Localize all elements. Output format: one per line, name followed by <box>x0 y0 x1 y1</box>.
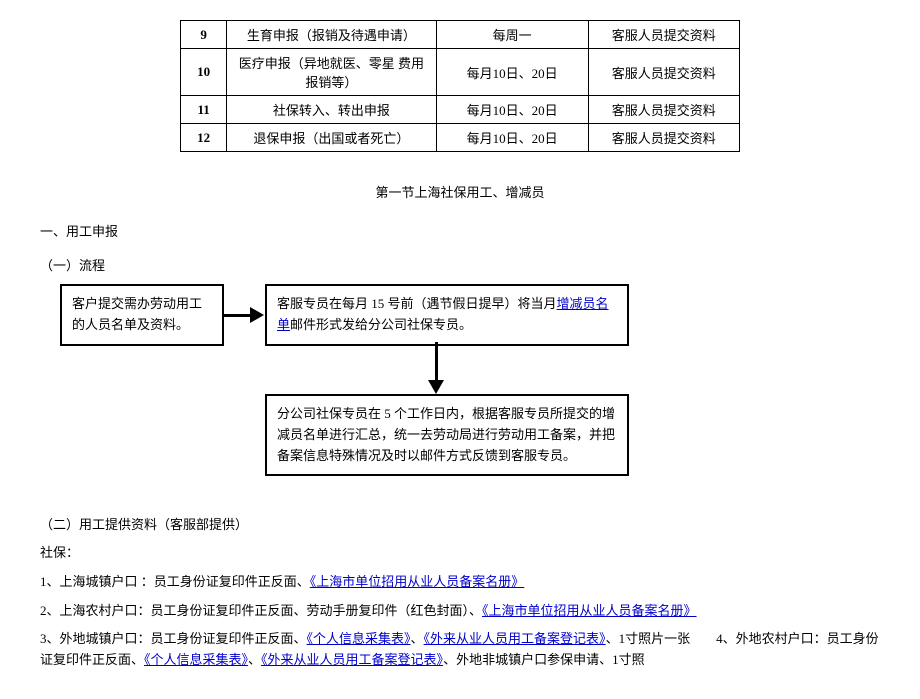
row-who: 客服人员提交资料 <box>588 124 739 152</box>
row-desc: 医疗申报（异地就医、零星 费用报销等） <box>227 49 436 96</box>
shebao-label: 社保： <box>40 543 880 564</box>
material-1-text: 1、上海城镇户口 ：员工身份证复印件正反面、 <box>40 574 310 589</box>
arrow-right-head-icon <box>250 307 264 323</box>
flow-box-2: 客服专员在每月 15 号前（遇节假日提早）将当月增减员名单邮件形式发给分公司社保… <box>265 284 629 346</box>
material-item-1: 1、上海城镇户口 ：员工身份证复印件正反面、《上海市单位招用从业人员备案名册》 <box>40 572 880 593</box>
flow-box-3: 分公司社保专员在 5 个工作日内，根据客服专员所提交的增减员名单进行汇总，统一去… <box>265 394 629 476</box>
material-item-2: 2、上海农村户口：员工身份证复印件正反面、劳动手册复印件（红色封面）、《上海市单… <box>40 601 880 622</box>
table-row: 12 退保申报（出国或者死亡） 每月10日、20日 客服人员提交资料 <box>181 124 740 152</box>
heading-level-2: （二）用工提供资料（客服部提供） <box>40 514 880 533</box>
material-2-text: 2、上海农村户口：员工身份证复印件正反面、劳动手册复印件（红色封面）、 <box>40 603 482 618</box>
row-num: 9 <box>181 21 227 49</box>
row-desc: 生育申报（报销及待遇申请） <box>227 21 436 49</box>
row-desc: 社保转入、转出申报 <box>227 96 436 124</box>
table-row: 10 医疗申报（异地就医、零星 费用报销等） 每月10日、20日 客服人员提交资… <box>181 49 740 96</box>
material-4-sep: 、 <box>248 652 261 667</box>
material-3-link-1[interactable]: 《个人信息采集表》 <box>307 631 411 646</box>
row-num: 12 <box>181 124 227 152</box>
material-item-3-4: 3、外地城镇户口：员工身份证复印件正反面、《个人信息采集表》、《外来从业人员用工… <box>40 629 880 671</box>
material-2-link[interactable]: 《上海市单位招用从业人员备案名册》 <box>482 603 697 618</box>
row-date: 每周一 <box>436 21 588 49</box>
material-3-sep-1: 、 <box>411 631 424 646</box>
row-who: 客服人员提交资料 <box>588 96 739 124</box>
arrow-down-line <box>435 342 438 380</box>
flowchart: 客户提交需办劳动用工的人员名单及资料。 客服专员在每月 15 号前（遇节假日提早… <box>40 284 860 494</box>
flow-box-2-text-pre: 客服专员在每月 15 号前（遇节假日提早）将当月 <box>277 296 557 311</box>
table-row: 9 生育申报（报销及待遇申请） 每周一 客服人员提交资料 <box>181 21 740 49</box>
material-4-text-end: 、外地非城镇户口参保申请、1寸照 <box>443 652 645 667</box>
flow-box-2-text-post: 邮件形式发给分公司社保专员。 <box>290 317 472 332</box>
section-title: 第一节上海社保用工、增减员 <box>40 182 880 201</box>
material-4-link-1[interactable]: 《个人信息采集表》 <box>144 652 248 667</box>
heading-level-2: （一）流程 <box>40 255 880 274</box>
row-date: 每月10日、20日 <box>436 96 588 124</box>
arrow-down-head-icon <box>428 380 444 394</box>
flow-box-1: 客户提交需办劳动用工的人员名单及资料。 <box>60 284 224 346</box>
material-3-link-2[interactable]: 《外来从业人员用工备案登记表》 <box>424 631 606 646</box>
row-who: 客服人员提交资料 <box>588 49 739 96</box>
row-date: 每月10日、20日 <box>436 124 588 152</box>
row-date: 每月10日、20日 <box>436 49 588 96</box>
row-desc: 退保申报（出国或者死亡） <box>227 124 436 152</box>
material-1-link[interactable]: 《上海市单位招用从业人员备案名册》 <box>310 574 525 589</box>
row-num: 11 <box>181 96 227 124</box>
material-4-link-2[interactable]: 《外来从业人员用工备案登记表》 <box>261 652 443 667</box>
arrow-right-line <box>222 314 250 317</box>
materials-section: 社保： 1、上海城镇户口 ：员工身份证复印件正反面、《上海市单位招用从业人员备案… <box>40 543 880 671</box>
heading-level-1: 一、用工申报 <box>40 221 880 240</box>
material-3-text-pre: 3、外地城镇户口：员工身份证复印件正反面、 <box>40 631 307 646</box>
schedule-table: 9 生育申报（报销及待遇申请） 每周一 客服人员提交资料 10 医疗申报（异地就… <box>180 20 740 152</box>
row-who: 客服人员提交资料 <box>588 21 739 49</box>
table-row: 11 社保转入、转出申报 每月10日、20日 客服人员提交资料 <box>181 96 740 124</box>
row-num: 10 <box>181 49 227 96</box>
